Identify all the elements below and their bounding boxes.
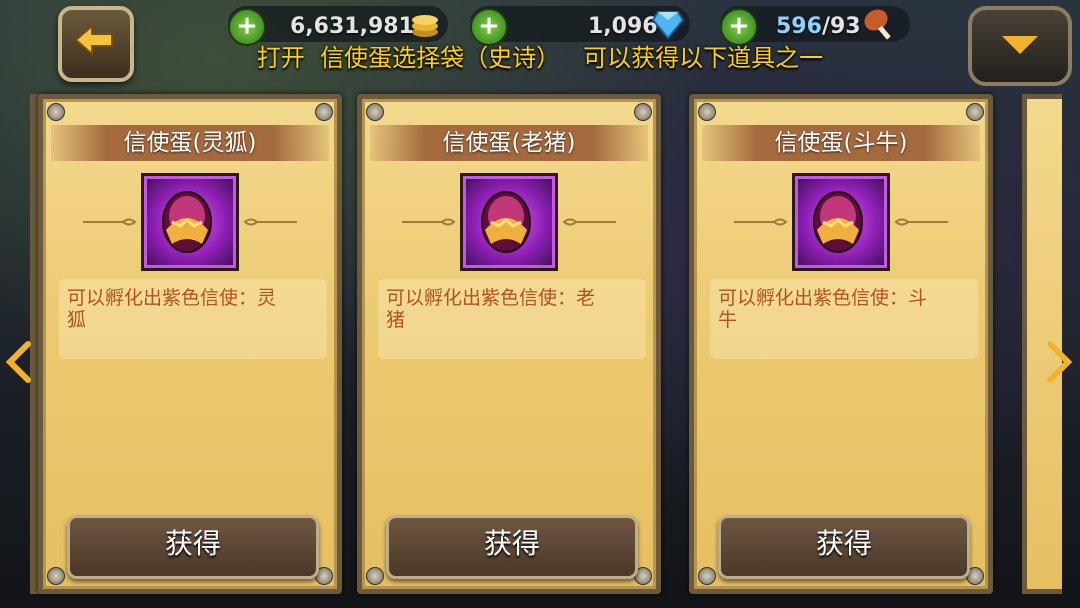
prev-arrow-icon[interactable] [4,340,34,384]
divider-ornament [894,218,948,226]
divider-ornament [83,218,137,226]
nail [698,567,716,585]
nail [366,567,384,585]
get-button[interactable]: 获得 [67,515,319,579]
item-icon-frame[interactable] [792,173,890,271]
item-description: 可以孵化出紫色信使：灵 狐 [59,279,327,359]
item-description: 可以孵化出紫色信使：老 猪 [378,279,646,359]
get-button[interactable]: 获得 [386,515,638,579]
stamina-max: /93 [821,14,861,39]
nail [47,567,65,585]
gem-icon [652,11,684,40]
egg-icon [162,191,212,253]
item-description-line2: 猪 [386,309,406,331]
nail [315,103,333,121]
stamina-value: 596/93 [776,14,861,39]
item-description-line2: 狐 [67,309,87,331]
gold-value: 6,631,981 [290,14,414,39]
stamina-current: 596 [776,14,822,39]
get-button[interactable]: 获得 [718,515,970,579]
divider-ornament [562,218,616,226]
nail [966,103,984,121]
divider-ornament [402,218,456,226]
top-hud: + 6,631,981 + 1,096 + 596/93 打开 信使蛋选择袋（史… [0,0,1080,90]
item-description-line2: 牛 [718,309,738,331]
nail [366,103,384,121]
item-icon-frame[interactable] [141,173,239,271]
gem-value: 1,096 [588,14,658,39]
coin-icon [412,15,438,37]
nail [698,103,716,121]
nail [47,103,65,121]
meat-icon [864,9,891,40]
nail [634,103,652,121]
item-name: 信使蛋(斗牛) [702,125,980,161]
item-icon-frame[interactable] [460,173,558,271]
item-name: 信使蛋(灵狐) [51,125,329,161]
page-title: 打开 信使蛋选择袋（史诗） 可以获得以下道具之一 [256,44,824,72]
item-description: 可以孵化出紫色信使：斗 牛 [710,279,978,359]
item-description-line1: 可以孵化出紫色信使：老 [386,287,596,309]
item-description-line1: 可以孵化出紫色信使：斗 [718,287,928,309]
egg-icon [813,191,863,253]
item-card: 信使蛋(灵狐) 可以孵化出紫色信使：灵 狐 获得 [38,94,342,594]
item-name: 信使蛋(老猪) [370,125,648,161]
item-card: 信使蛋(斗牛) 可以孵化出紫色信使：斗 牛 获得 [689,94,993,594]
next-arrow-icon[interactable] [1044,340,1074,384]
divider-ornament [734,218,788,226]
item-card: 信使蛋(老猪) 可以孵化出紫色信使：老 猪 获得 [357,94,661,594]
divider-ornament [243,218,297,226]
egg-icon [481,191,531,253]
item-description-line1: 可以孵化出紫色信使：灵 [67,287,277,309]
